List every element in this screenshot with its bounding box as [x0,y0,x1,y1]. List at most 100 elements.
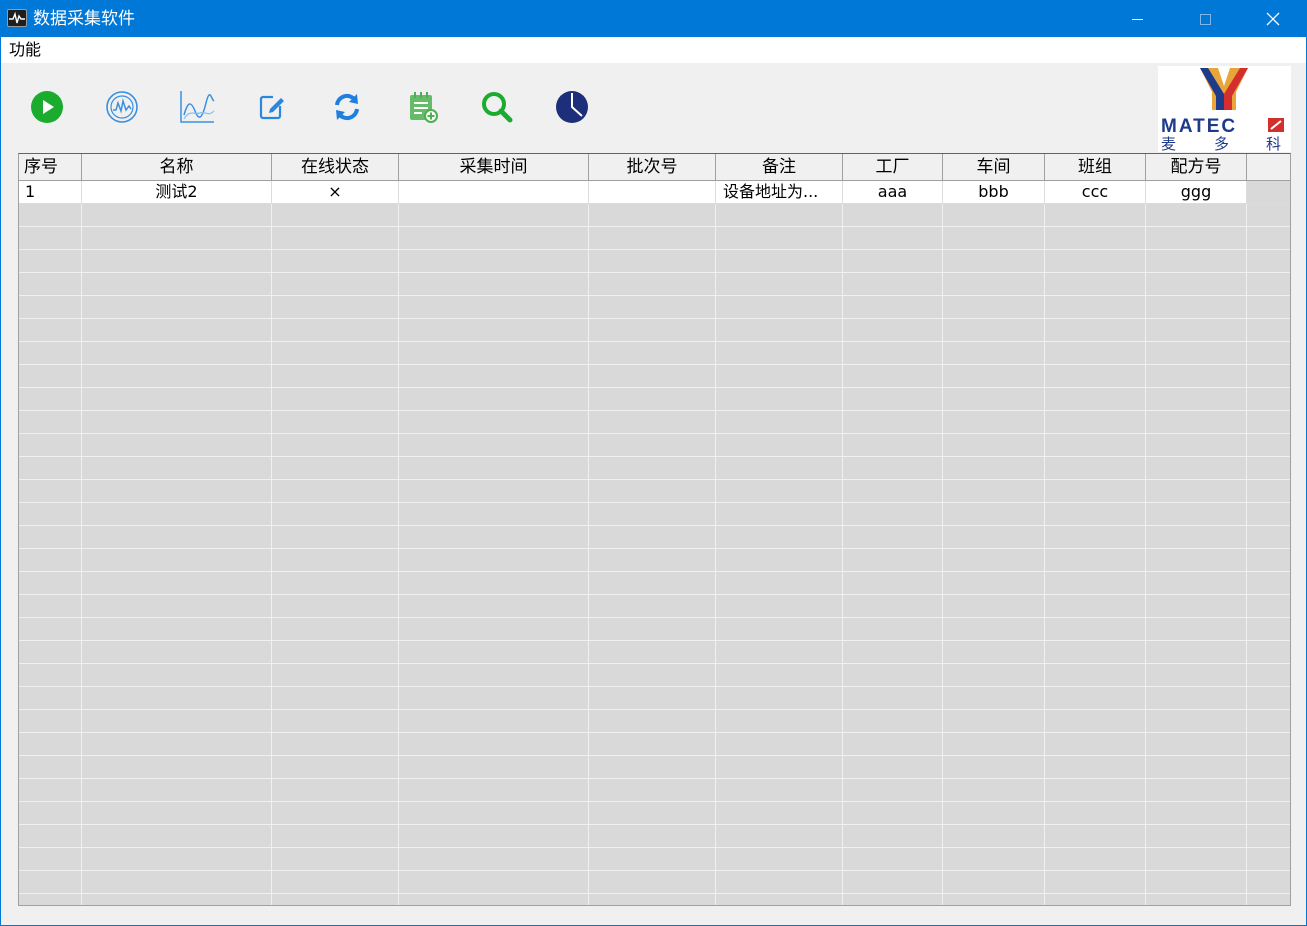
empty-cell [399,457,589,480]
column-header-batch[interactable]: 批次号 [589,154,716,180]
empty-table-row[interactable] [19,319,1290,342]
empty-cell [399,526,589,549]
empty-cell [82,319,272,342]
empty-cell [82,273,272,296]
empty-cell [19,871,82,894]
empty-table-row[interactable] [19,618,1290,641]
empty-table-row[interactable] [19,204,1290,227]
empty-table-row[interactable] [19,296,1290,319]
empty-table-row[interactable] [19,526,1290,549]
start-button[interactable] [27,87,67,127]
empty-table-row[interactable] [19,250,1290,273]
empty-cell [82,871,272,894]
empty-cell [843,894,943,905]
logo-char-1: 麦 [1161,135,1176,152]
empty-cell [1247,710,1290,733]
empty-cell [82,549,272,572]
table-row[interactable]: 1 测试2 × 设备地址为... aaa bbb ccc ggg [19,181,1290,204]
empty-table-row[interactable] [19,848,1290,871]
empty-cell [589,871,716,894]
column-header-status[interactable]: 在线状态 [272,154,399,180]
empty-table-row[interactable] [19,503,1290,526]
empty-cell [716,273,843,296]
column-header-team[interactable]: 班组 [1045,154,1146,180]
empty-cell [82,710,272,733]
close-button[interactable] [1239,1,1307,37]
column-header-index[interactable]: 序号 [19,154,82,180]
empty-cell [716,710,843,733]
empty-cell [943,434,1045,457]
empty-cell [1045,503,1146,526]
empty-cell [843,273,943,296]
empty-cell [1146,365,1247,388]
empty-table-row[interactable] [19,434,1290,457]
empty-table-row[interactable] [19,802,1290,825]
empty-cell [19,595,82,618]
monitor-button[interactable] [102,87,142,127]
empty-cell [399,687,589,710]
empty-cell [272,756,399,779]
column-header-factory[interactable]: 工厂 [843,154,943,180]
empty-table-row[interactable] [19,641,1290,664]
column-header-time[interactable]: 采集时间 [399,154,589,180]
empty-cell [1045,549,1146,572]
empty-cell [589,526,716,549]
empty-table-row[interactable] [19,227,1290,250]
empty-cell [272,641,399,664]
empty-table-row[interactable] [19,365,1290,388]
empty-table-row[interactable] [19,664,1290,687]
empty-table-row[interactable] [19,871,1290,894]
empty-cell [1045,434,1146,457]
empty-cell [843,641,943,664]
empty-cell [943,503,1045,526]
empty-cell [1247,756,1290,779]
empty-cell [82,687,272,710]
empty-table-row[interactable] [19,480,1290,503]
empty-cell [399,549,589,572]
menu-item-function[interactable]: 功能 [9,40,41,60]
matec-logo-icon: MATEC 麦 多 科 [1161,68,1284,153]
empty-cell [1146,894,1247,905]
column-header-workshop[interactable]: 车间 [943,154,1045,180]
app-window: 数据采集软件 功能 MATEC 麦 多 科 序号 名称 在线状态 采集时间 批次… [0,0,1307,926]
empty-table-row[interactable] [19,549,1290,572]
column-header-recipe[interactable]: 配方号 [1146,154,1247,180]
empty-cell [1247,319,1290,342]
empty-table-row[interactable] [19,894,1290,905]
empty-cell [843,687,943,710]
data-grid[interactable]: 序号 名称 在线状态 采集时间 批次号 备注 工厂 车间 班组 配方号 1 测试… [18,153,1291,906]
empty-cell [843,710,943,733]
empty-table-row[interactable] [19,779,1290,802]
statistics-button[interactable] [552,87,592,127]
column-header-name[interactable]: 名称 [82,154,272,180]
search-button[interactable] [477,87,517,127]
empty-table-row[interactable] [19,710,1290,733]
edit-button[interactable] [252,87,292,127]
title-bar[interactable]: 数据采集软件 [1,1,1306,37]
empty-table-row[interactable] [19,388,1290,411]
empty-table-row[interactable] [19,825,1290,848]
trend-chart-button[interactable] [177,87,217,127]
empty-table-row[interactable] [19,342,1290,365]
empty-cell [399,273,589,296]
empty-cell [1247,503,1290,526]
empty-cell [1146,296,1247,319]
minimize-button[interactable] [1103,1,1171,37]
empty-table-row[interactable] [19,687,1290,710]
maximize-button[interactable] [1171,1,1239,37]
empty-table-row[interactable] [19,756,1290,779]
empty-cell [716,480,843,503]
empty-table-row[interactable] [19,572,1290,595]
empty-cell [1146,572,1247,595]
refresh-button[interactable] [327,87,367,127]
empty-table-row[interactable] [19,733,1290,756]
empty-cell [589,595,716,618]
empty-table-row[interactable] [19,273,1290,296]
empty-table-row[interactable] [19,457,1290,480]
empty-cell [589,572,716,595]
window-title: 数据采集软件 [33,9,135,29]
column-header-remark[interactable]: 备注 [716,154,843,180]
add-record-button[interactable] [402,87,442,127]
empty-table-row[interactable] [19,595,1290,618]
empty-table-row[interactable] [19,411,1290,434]
